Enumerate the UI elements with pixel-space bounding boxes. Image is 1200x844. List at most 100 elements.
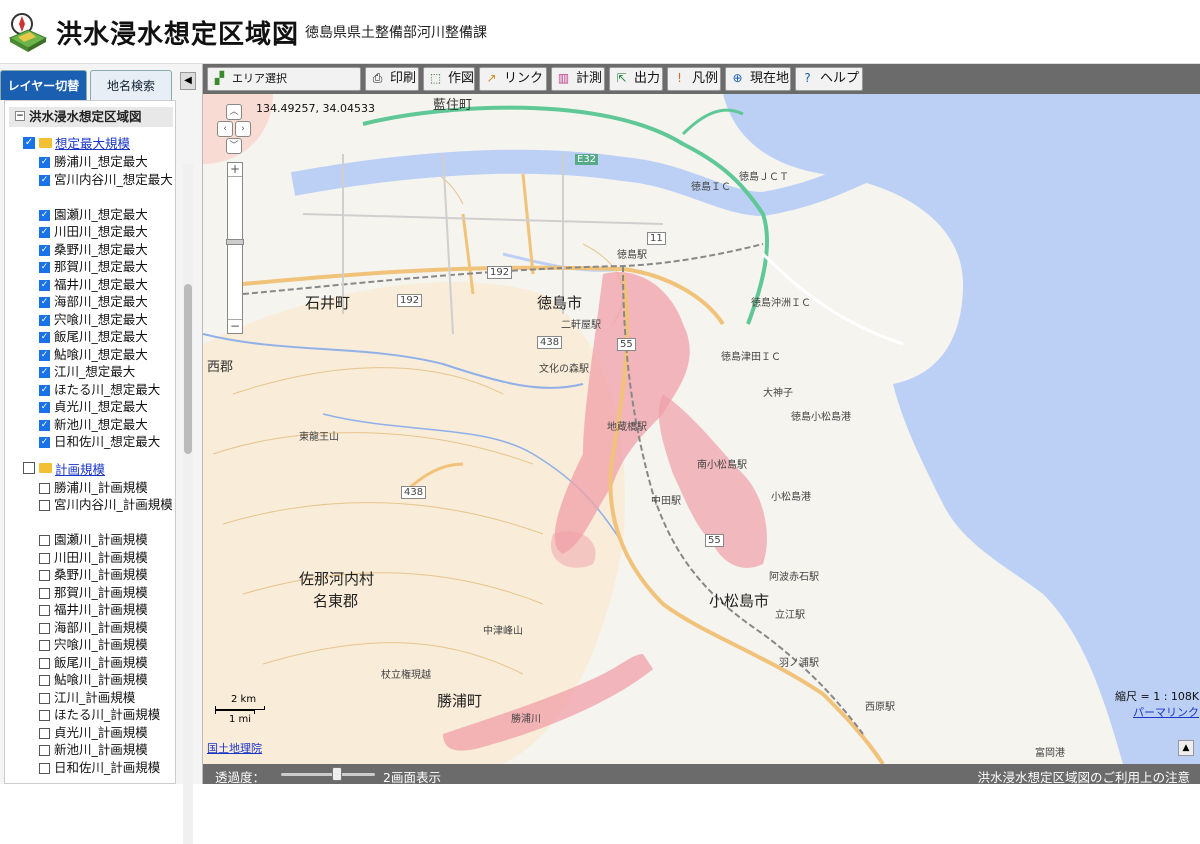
- layer-checkbox[interactable]: ✓: [39, 262, 50, 273]
- layer-checkbox[interactable]: [39, 762, 50, 774]
- layer-item[interactable]: 桑野川_計画規模: [39, 566, 173, 584]
- layer-checkbox[interactable]: [39, 710, 50, 721]
- layer-checkbox[interactable]: [39, 745, 50, 756]
- layer-group[interactable]: 計画規模: [23, 459, 105, 479]
- legend-button[interactable]: ! 凡例: [667, 67, 721, 91]
- current-location-button[interactable]: ⊕ 現在地: [725, 67, 791, 91]
- layer-item[interactable]: 園瀬川_計画規模: [39, 531, 173, 549]
- layer-item[interactable]: 福井川_計画規模: [39, 601, 173, 619]
- pan-up-icon[interactable]: ︿: [226, 104, 242, 120]
- layer-checkbox[interactable]: ✓: [39, 314, 50, 326]
- usage-notice-link[interactable]: 洪水浸水想定区域図のご利用上の注意: [977, 767, 1190, 786]
- layer-item[interactable]: 勝浦川_計画規模: [39, 479, 173, 497]
- layer-item[interactable]: 宍喰川_計画規模: [39, 636, 173, 654]
- layer-item[interactable]: ✓ 川田川_想定最大: [39, 223, 173, 241]
- layer-item[interactable]: 海部川_計画規模: [39, 619, 173, 637]
- layer-checkbox[interactable]: [39, 482, 50, 494]
- layer-item[interactable]: ✓ 江川_想定最大: [39, 363, 173, 381]
- layer-checkbox[interactable]: [39, 552, 50, 564]
- layer-checkbox[interactable]: ✓: [39, 402, 50, 413]
- layer-item[interactable]: ✓ 飯尾川_想定最大: [39, 328, 173, 346]
- layer-checkbox[interactable]: [39, 535, 50, 546]
- layer-checkbox[interactable]: ✓: [39, 384, 50, 396]
- layer-item[interactable]: ✓ 宍喰川_想定最大: [39, 311, 173, 329]
- layer-tree-scrollbar[interactable]: [183, 164, 193, 844]
- opacity-slider-thumb[interactable]: [332, 767, 343, 781]
- layer-checkbox[interactable]: [39, 692, 50, 704]
- expand-overview-icon[interactable]: ▲: [1178, 740, 1194, 756]
- layer-item[interactable]: ✓ ほたる川_想定最大: [39, 381, 173, 399]
- scrollbar-thumb[interactable]: [184, 284, 192, 454]
- group-checkbox[interactable]: [23, 462, 35, 474]
- layer-checkbox[interactable]: ✓: [39, 279, 50, 291]
- pan-left-icon[interactable]: ‹: [217, 121, 233, 137]
- tab-place-search[interactable]: 地名検索: [90, 70, 172, 100]
- area-select-button[interactable]: ▞ エリア選択: [207, 67, 361, 91]
- layer-item[interactable]: ✓ 貞光川_想定最大: [39, 398, 173, 416]
- layer-checkbox[interactable]: [39, 587, 50, 599]
- draw-button[interactable]: ⬚ 作図: [423, 67, 475, 91]
- tab-layer-switch[interactable]: レイヤー切替: [0, 70, 87, 100]
- layer-item[interactable]: 那賀川_計画規模: [39, 584, 173, 602]
- zoom-bar[interactable]: + −: [226, 162, 244, 334]
- zoom-in-icon[interactable]: +: [228, 163, 242, 177]
- layer-checkbox[interactable]: ✓: [39, 437, 50, 448]
- layer-checkbox[interactable]: [39, 657, 50, 669]
- layer-item[interactable]: 鮎喰川_計画規模: [39, 671, 173, 689]
- pan-right-icon[interactable]: ›: [235, 121, 251, 137]
- layer-item[interactable]: ✓ 鮎喰川_想定最大: [39, 346, 173, 364]
- layer-group[interactable]: ✓ 想定最大規模: [23, 133, 130, 153]
- layer-item[interactable]: ✓ 勝浦川_想定最大: [39, 153, 173, 171]
- layer-checkbox[interactable]: ✓: [39, 419, 50, 431]
- layer-checkbox[interactable]: [39, 675, 50, 686]
- tree-root[interactable]: − 洪水浸水想定区域図: [9, 107, 173, 127]
- layer-item[interactable]: ✓ 海部川_想定最大: [39, 293, 173, 311]
- layer-checkbox[interactable]: [39, 500, 50, 511]
- print-button[interactable]: ⎙ 印刷: [365, 67, 419, 91]
- zoom-slider-thumb[interactable]: [226, 239, 244, 245]
- group-label-link[interactable]: 計画規模: [55, 462, 105, 477]
- collapse-panel-button[interactable]: ◀: [180, 72, 196, 90]
- layer-item[interactable]: ✓ 日和佐川_想定最大: [39, 433, 173, 451]
- group-checkbox[interactable]: ✓: [23, 136, 35, 149]
- layer-item[interactable]: ✓ 宮川内谷川_想定最大: [39, 171, 173, 189]
- layer-item[interactable]: ✓ 福井川_想定最大: [39, 276, 173, 294]
- help-button[interactable]: ? ヘルプ: [795, 67, 863, 91]
- pan-down-icon[interactable]: ﹀: [226, 138, 242, 154]
- layer-item[interactable]: 貞光川_計画規模: [39, 724, 173, 742]
- layer-checkbox[interactable]: ✓: [39, 332, 50, 343]
- layer-checkbox[interactable]: [39, 605, 50, 616]
- layer-checkbox[interactable]: [39, 622, 50, 634]
- layer-checkbox[interactable]: ✓: [39, 244, 50, 256]
- layer-checkbox[interactable]: [39, 727, 50, 739]
- link-button[interactable]: ↗ リンク: [479, 67, 547, 91]
- map-view[interactable]: 藍住町 石井町 徳島市 西郡 佐那河内村 名東郡 小松島市 勝浦町 徳島ＩＣ 徳…: [203, 94, 1200, 764]
- layer-item[interactable]: 飯尾川_計画規模: [39, 654, 173, 672]
- group-label-link[interactable]: 想定最大規模: [55, 136, 130, 151]
- layer-item[interactable]: 新池川_計画規模: [39, 741, 173, 759]
- layer-item[interactable]: 日和佐川_計画規模: [39, 759, 173, 777]
- layer-item[interactable]: 川田川_計画規模: [39, 549, 173, 567]
- layer-item[interactable]: 宮川内谷川_計画規模: [39, 496, 173, 514]
- layer-item[interactable]: ✓ 園瀬川_想定最大: [39, 206, 173, 224]
- layer-checkbox[interactable]: [39, 640, 50, 651]
- zoom-out-icon[interactable]: −: [228, 319, 242, 333]
- layer-checkbox[interactable]: ✓: [39, 349, 50, 361]
- map-background[interactable]: [203, 94, 1200, 764]
- output-button[interactable]: ⇱ 出力: [609, 67, 663, 91]
- permalink-link[interactable]: パーマリンク: [1133, 704, 1199, 720]
- layer-checkbox[interactable]: ✓: [39, 209, 50, 221]
- layer-checkbox[interactable]: ✓: [39, 227, 50, 238]
- measure-button[interactable]: ▥ 計測: [551, 67, 605, 91]
- dual-screen-toggle[interactable]: 2画面表示: [383, 767, 441, 786]
- layer-item[interactable]: ほたる川_計画規模: [39, 706, 173, 724]
- layer-checkbox[interactable]: ✓: [39, 174, 50, 186]
- attribution-link[interactable]: 国土地理院: [207, 740, 262, 756]
- opacity-slider[interactable]: [281, 773, 375, 776]
- layer-item[interactable]: ✓ 桑野川_想定最大: [39, 241, 173, 259]
- layer-checkbox[interactable]: [39, 570, 50, 581]
- layer-item[interactable]: ✓ 那賀川_想定最大: [39, 258, 173, 276]
- layer-checkbox[interactable]: ✓: [39, 157, 50, 168]
- collapse-tree-icon[interactable]: −: [15, 111, 25, 121]
- layer-item[interactable]: 江川_計画規模: [39, 689, 173, 707]
